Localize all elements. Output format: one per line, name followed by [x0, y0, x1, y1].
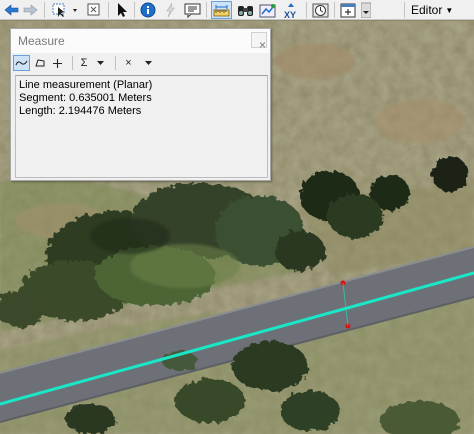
clear-icon: ×: [125, 57, 132, 69]
total-length-text: Length: 2.194476 Meters: [19, 105, 142, 117]
hyperlink-icon: [166, 2, 175, 18]
select-elements-icon: [118, 3, 127, 17]
back-arrow-icon: [4, 4, 19, 16]
measure-icon: [213, 5, 230, 17]
chevron-down-icon: [96, 61, 104, 65]
clear-selection-icon: [87, 3, 100, 16]
clear-results-button[interactable]: ×: [122, 55, 135, 71]
measure-line-icon: [15, 60, 28, 66]
forward-button[interactable]: [22, 1, 39, 19]
editor-menu-label: Editor: [411, 3, 443, 17]
crosshair-icon: [53, 58, 62, 68]
html-popup-button[interactable]: [183, 1, 202, 19]
identify-button[interactable]: [139, 1, 157, 19]
chevron-down-icon: [144, 61, 152, 65]
chevron-down-icon: ▼: [445, 5, 454, 15]
back-button[interactable]: [3, 1, 20, 19]
find-route-icon: [259, 4, 276, 18]
go-to-xy-icon: XY: [284, 2, 296, 19]
create-viewer-button[interactable]: [339, 1, 358, 19]
html-popup-icon: [184, 3, 201, 18]
measure-window: Measure × Σ × Line measurement (Planar): [10, 28, 271, 181]
time-slider-button[interactable]: [311, 1, 330, 19]
select-features-icon: [52, 3, 77, 17]
measurement-type-dropdown[interactable]: [141, 55, 155, 71]
svg-text:XY: XY: [284, 10, 296, 19]
find-button[interactable]: [236, 1, 255, 19]
show-total-button[interactable]: Σ: [77, 55, 91, 71]
create-viewer-icon: [340, 3, 356, 18]
measure-area-icon: [34, 59, 44, 67]
select-features-button[interactable]: [50, 1, 80, 19]
editor-menu[interactable]: Editor ▼: [411, 1, 465, 19]
measurement-type-text: Line measurement (Planar): [19, 79, 153, 91]
measure-results-panel: Line measurement (Planar) Segment: 0.635…: [15, 75, 268, 178]
measure-line-button[interactable]: [13, 55, 30, 71]
sum-icon: Σ: [80, 57, 88, 69]
toolbar-options-icon: [361, 2, 371, 18]
hyperlink-button[interactable]: [161, 1, 179, 19]
segment-length-text: Segment: 0.635001 Meters: [19, 92, 152, 104]
select-elements-button[interactable]: [113, 1, 131, 19]
arcmap-toolbar: XY Editor ▼: [0, 0, 474, 20]
measure-toolbar: Σ ×: [11, 53, 270, 73]
units-dropdown[interactable]: [93, 55, 107, 71]
measure-button[interactable]: [211, 1, 232, 19]
measure-titlebar[interactable]: Measure ×: [11, 29, 270, 53]
identify-icon: [140, 2, 156, 18]
forward-arrow-icon: [23, 4, 38, 16]
clear-selection-button[interactable]: [85, 1, 103, 19]
measure-title: Measure: [18, 34, 65, 48]
go-to-xy-button[interactable]: XY: [282, 1, 301, 19]
find-icon: [238, 6, 253, 16]
measure-feature-button[interactable]: [50, 55, 65, 71]
close-button[interactable]: ×: [251, 32, 267, 52]
measure-area-button[interactable]: [32, 55, 47, 71]
close-icon: ×: [259, 38, 267, 52]
find-route-button[interactable]: [258, 1, 277, 19]
toolbar-options-button[interactable]: [360, 1, 372, 19]
time-slider-icon: [312, 3, 329, 18]
